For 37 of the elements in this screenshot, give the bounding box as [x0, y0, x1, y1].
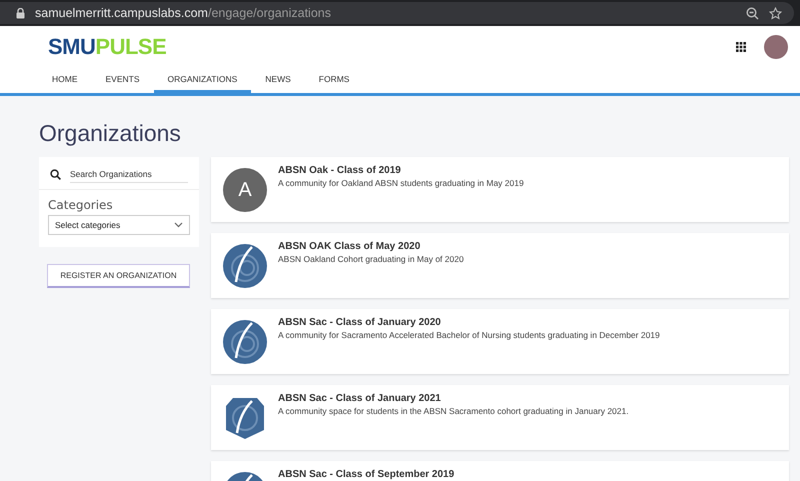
- apps-grid-icon[interactable]: [736, 42, 746, 52]
- zoom-out-icon[interactable]: [746, 6, 759, 20]
- round-emblem-icon: [223, 244, 267, 288]
- address-bar[interactable]: samuelmerritt.campuslabs.com/engage/organizations: [0, 2, 794, 24]
- chevron-down-icon: [174, 222, 183, 228]
- logo[interactable]: SMUPULSE: [48, 34, 166, 60]
- search-icon: [50, 169, 61, 180]
- nav-tab[interactable]: HOME: [38, 68, 92, 93]
- shield-emblem-icon: [223, 396, 267, 440]
- organization-description: A community for Oakland ABSN students graduating in May 2019: [278, 178, 524, 188]
- nav-tab[interactable]: EVENTS: [92, 68, 154, 93]
- organization-description: A community space for students in the ABSN Sacramento cohort graduating in January 2021.: [278, 406, 629, 416]
- organization-name: ABSN Sac - Class of January 2020: [278, 317, 442, 328]
- organization-card[interactable]: A ABSN Oak - Class of 2019 A community for Oakland ABSN students graduating in May 2019: [211, 157, 789, 222]
- organization-card[interactable]: ABSN Sac - Class of September 2019: [211, 461, 789, 481]
- page-title: Organizations: [39, 119, 182, 148]
- letter-avatar: A: [223, 168, 267, 212]
- organization-card[interactable]: ABSN Sac - Class of January 2021 A community space for students in the ABSN Sacramento cohort graduating in January 2021.: [211, 385, 789, 450]
- nav-tab[interactable]: FORMS: [304, 68, 364, 93]
- organization-card[interactable]: ABSN OAK Class of May 2020 ABSN Oakland Cohort graduating in May of 2020: [211, 233, 789, 298]
- organization-card[interactable]: ABSN Sac - Class of January 2020 A community for Sacramento Accelerated Bachelor of Nursing students graduating in December 2019: [211, 309, 789, 374]
- nav-tab[interactable]: ORGANIZATIONS: [154, 68, 252, 93]
- bookmark-star-icon[interactable]: [769, 6, 782, 20]
- organization-name: ABSN Sac - Class of January 2021: [278, 393, 442, 404]
- round-emblem-icon: [223, 320, 267, 364]
- lock-icon: [16, 8, 25, 18]
- organization-description: ABSN Oakland Cohort graduating in May of 2020: [278, 254, 464, 264]
- register-organization-button[interactable]: REGISTER AN ORGANIZATION: [47, 264, 190, 288]
- user-avatar[interactable]: [764, 35, 788, 59]
- organization-name: ABSN Sac - Class of September 2019: [278, 469, 454, 480]
- url-text: samuelmerritt.campuslabs.com/engage/organizations: [35, 6, 331, 20]
- nav-tab[interactable]: NEWS: [251, 68, 305, 93]
- organization-name: ABSN Oak - Class of 2019: [278, 165, 402, 176]
- organization-description: A community for Sacramento Accelerated Bachelor of Nursing students graduating in December 2019: [278, 330, 660, 340]
- categories-label: Categories: [48, 198, 114, 212]
- organization-name: ABSN OAK Class of May 2020: [278, 241, 422, 252]
- categories-dropdown[interactable]: Select categories: [48, 215, 190, 235]
